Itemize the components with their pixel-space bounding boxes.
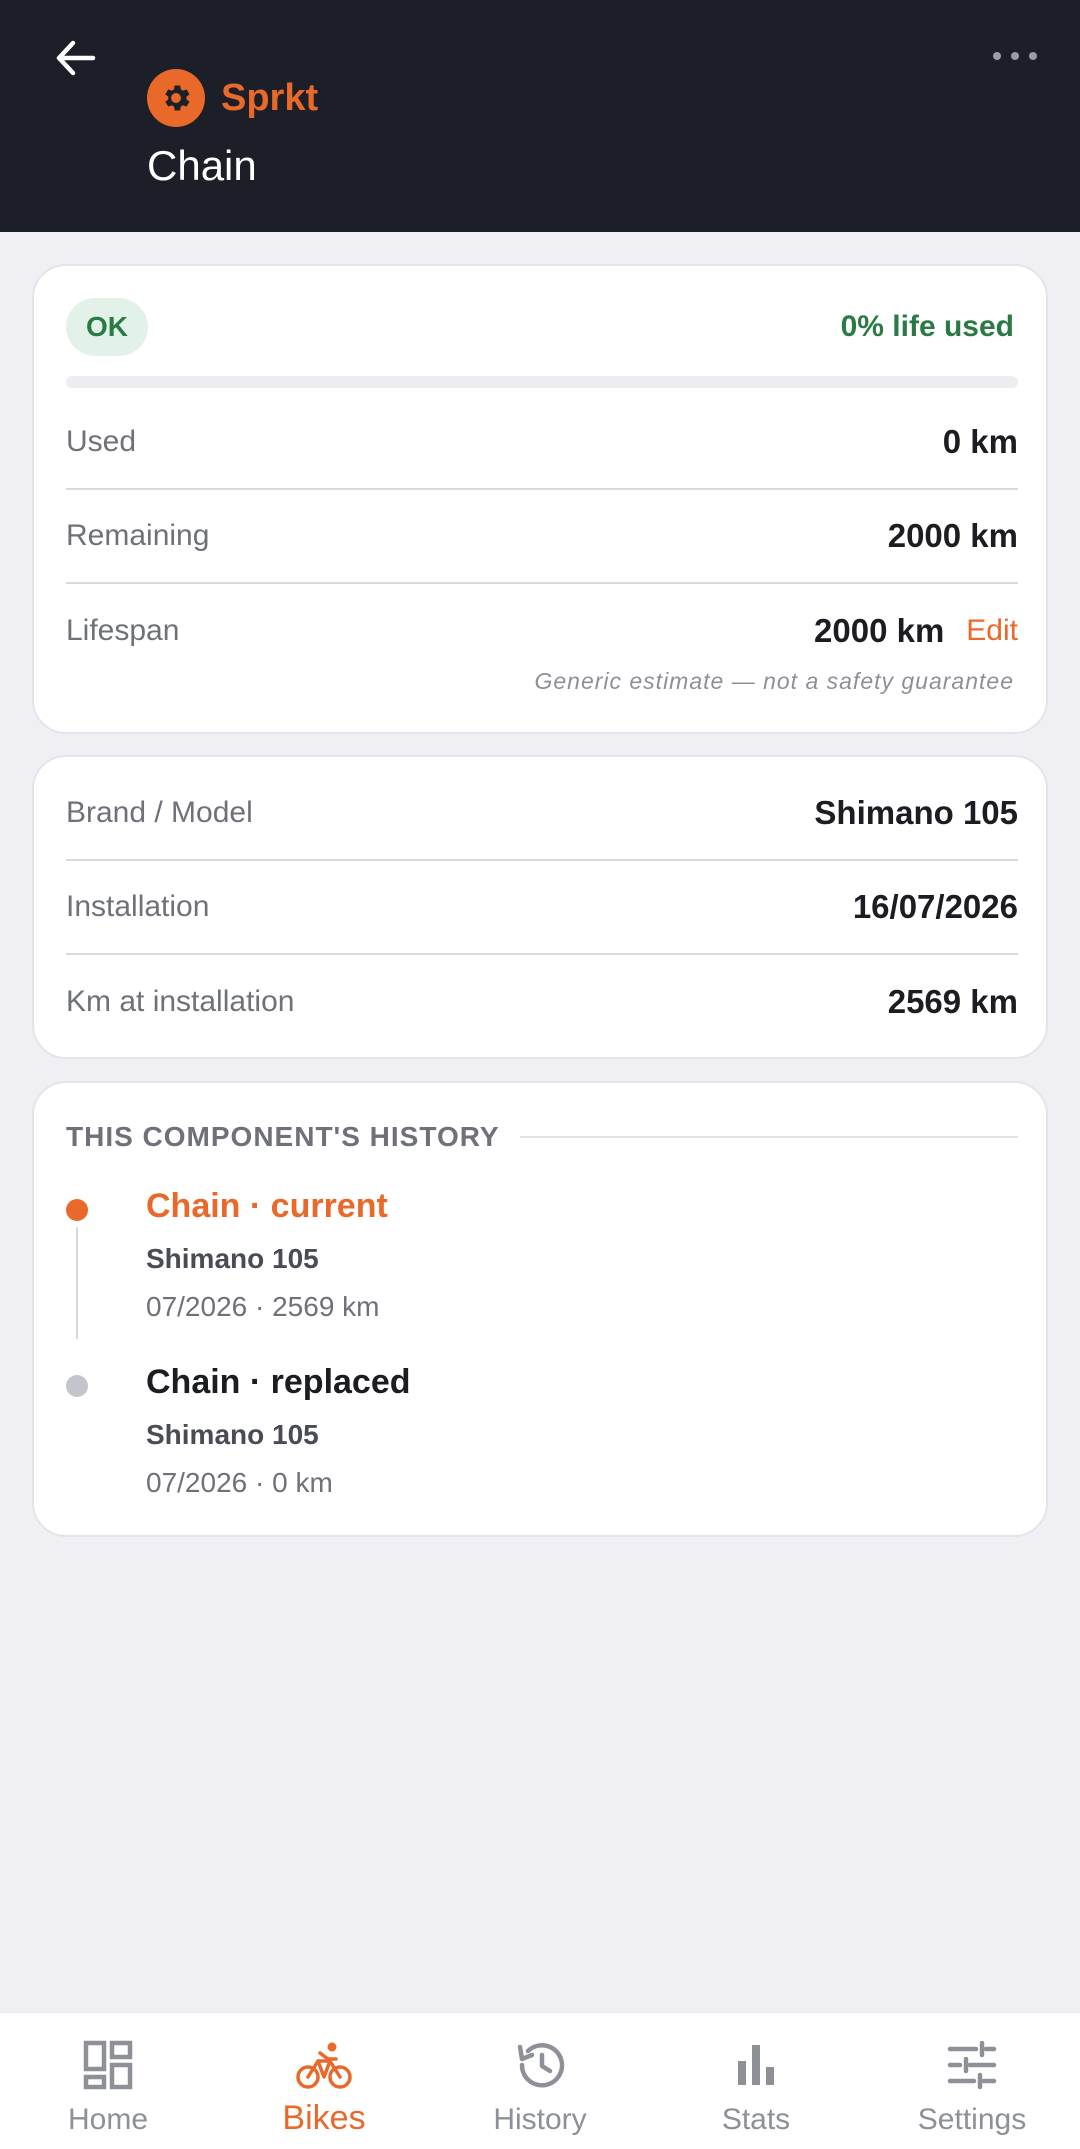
lifespan-disclaimer: Generic estimate — not a safety guarante… <box>534 668 1014 694</box>
installation-label: Installation <box>66 890 210 923</box>
bike-name: Sprkt <box>221 76 319 119</box>
edit-lifespan-button[interactable]: Edit <box>966 614 1018 648</box>
used-value: 0 km <box>942 423 1018 460</box>
remaining-row: Remaining 2000 km <box>66 490 1018 584</box>
installation-value: 16/07/2026 <box>852 888 1018 925</box>
wear-status-card: OK 0% life used Used 0 km Remaining 2000… <box>32 264 1048 734</box>
km-at-installation-label: Km at installation <box>66 985 295 1018</box>
life-used-text: 0% life used <box>840 310 1014 343</box>
life-progress-bar <box>66 376 1018 388</box>
lifespan-label: Lifespan <box>66 614 180 647</box>
history-icon <box>517 2043 565 2088</box>
nav-label-bikes: Bikes <box>282 2099 366 2137</box>
km-at-installation-value: 2569 km <box>887 983 1018 1020</box>
bar-chart-icon <box>738 2045 774 2085</box>
back-button[interactable] <box>40 26 110 90</box>
brand-row: Brand / Model Shimano 105 <box>66 767 1018 861</box>
history-item-title: Chain · replaced <box>146 1363 411 1401</box>
history-item-meta: 07/2026 · 0 km <box>146 1467 333 1498</box>
component-details-card: Brand / Model Shimano 105 Installation 1… <box>32 755 1048 1059</box>
component-history-card: THIS COMPONENT'S HISTORY Chain · current… <box>32 1081 1048 1537</box>
timeline-dot-replaced <box>66 1375 88 1397</box>
used-label: Used <box>66 425 137 458</box>
bike-identity: Sprkt <box>147 69 319 127</box>
page-title: Chain <box>147 142 257 189</box>
nav-item-home[interactable]: Home <box>0 2013 216 2149</box>
sliders-icon <box>947 2040 997 2090</box>
bottom-navigation: Home Bikes History Stats Settings <box>0 2012 1080 2149</box>
status-badge: OK <box>66 298 148 356</box>
more-horizontal-icon <box>993 52 1037 60</box>
app-header: Sprkt Chain <box>0 0 1080 232</box>
gear-icon <box>165 85 190 111</box>
history-item-model: Shimano 105 <box>146 1419 319 1450</box>
remaining-label: Remaining <box>66 519 210 552</box>
km-at-installation-row: Km at installation 2569 km <box>66 955 1018 1049</box>
bike-icon <box>296 2042 352 2089</box>
lifespan-row: Lifespan 2000 km Edit <box>66 584 1018 678</box>
timeline-connector <box>76 1227 78 1339</box>
nav-item-bikes[interactable]: Bikes <box>216 2013 432 2149</box>
brand-value: Shimano 105 <box>814 794 1018 831</box>
nav-label-settings: Settings <box>917 2103 1027 2136</box>
nav-label-stats: Stats <box>721 2103 791 2136</box>
used-row: Used 0 km <box>66 396 1018 490</box>
lifespan-value-group: 2000 km Edit <box>814 612 1018 650</box>
bike-badge <box>147 69 205 127</box>
history-item-current[interactable]: Chain · current Shimano 105 07/2026 · 25… <box>66 1187 1018 1339</box>
brand-label: Brand / Model <box>66 796 253 829</box>
arrow-left-icon <box>56 40 96 76</box>
history-divider <box>519 1136 1018 1138</box>
history-item-meta: 07/2026 · 2569 km <box>146 1291 380 1322</box>
lifespan-value: 2000 km <box>814 612 945 649</box>
nav-item-stats[interactable]: Stats <box>648 2013 864 2149</box>
remaining-value: 2000 km <box>887 517 1018 554</box>
more-options-button[interactable] <box>985 38 1045 74</box>
nav-item-history[interactable]: History <box>432 2013 648 2149</box>
installation-row: Installation 16/07/2026 <box>66 861 1018 955</box>
history-item-model: Shimano 105 <box>146 1243 319 1274</box>
nav-item-settings[interactable]: Settings <box>864 2013 1080 2149</box>
timeline-dot-current <box>66 1199 88 1221</box>
nav-label-history: History <box>493 2103 587 2136</box>
dashboard-icon <box>83 2040 133 2090</box>
nav-label-home: Home <box>67 2103 149 2136</box>
history-item-title: Chain · current <box>146 1187 388 1225</box>
history-header: THIS COMPONENT'S HISTORY <box>66 1121 1018 1153</box>
history-title: THIS COMPONENT'S HISTORY <box>66 1121 500 1152</box>
history-item-replaced[interactable]: Chain · replaced Shimano 105 07/2026 · 0… <box>66 1363 1018 1513</box>
